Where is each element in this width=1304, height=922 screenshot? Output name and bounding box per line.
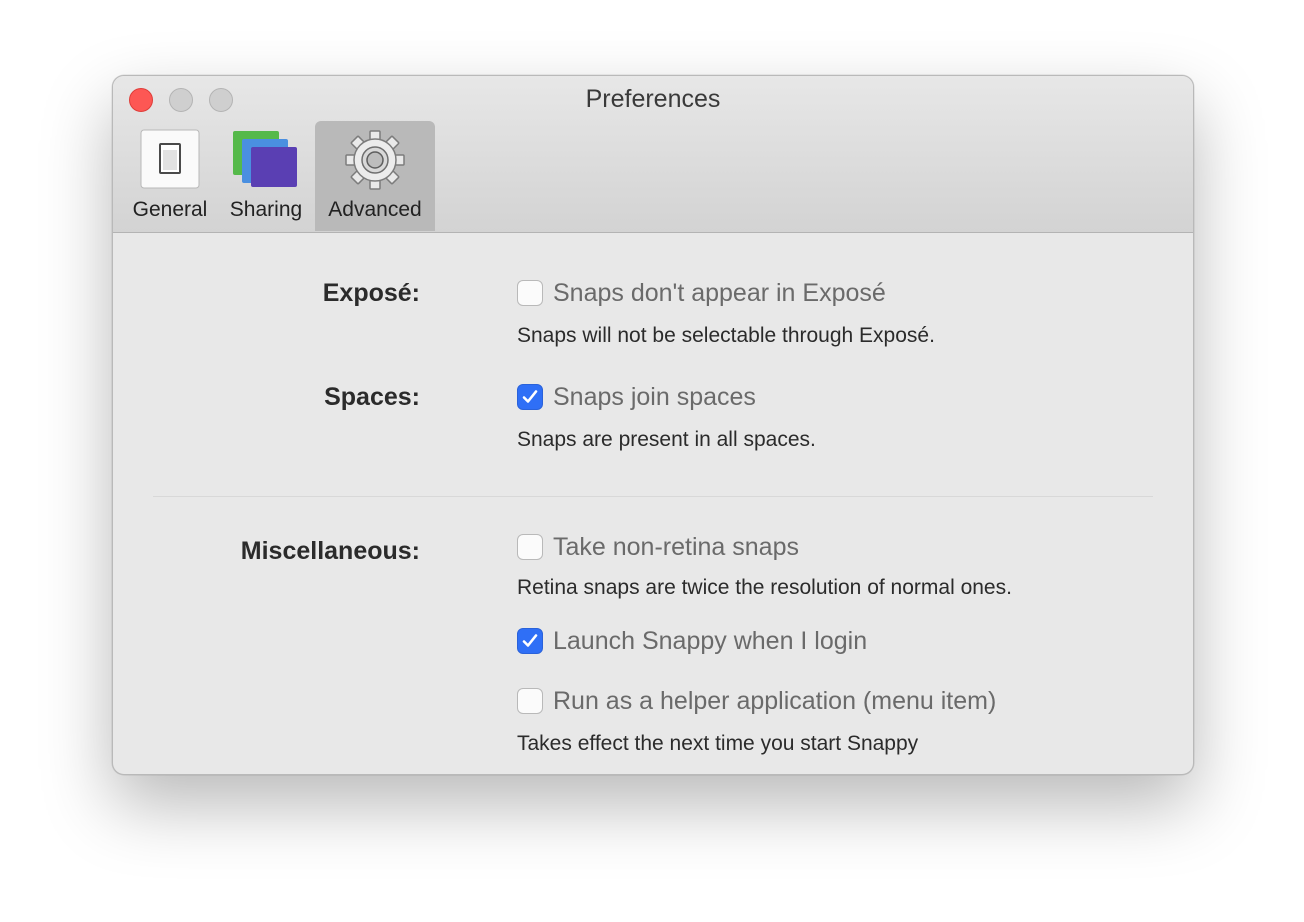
gear-icon [344, 129, 406, 196]
spaces-help: Snaps are present in all spaces. [517, 428, 816, 451]
tab-advanced-label: Advanced [328, 198, 422, 221]
non-retina-option-label: Take non-retina snaps [553, 532, 799, 561]
tab-sharing[interactable]: Sharing [221, 121, 311, 231]
spaces-checkbox[interactable] [517, 384, 543, 410]
helper-app-checkbox[interactable] [517, 688, 543, 714]
expose-help: Snaps will not be selectable through Exp… [517, 324, 935, 347]
preferences-window: Preferences General Sharing Advanced Exp… [112, 75, 1194, 775]
general-icon [140, 129, 200, 194]
spaces-option[interactable]: Snaps join spaces [517, 382, 756, 412]
checkmark-icon [522, 634, 538, 647]
expose-option[interactable]: Snaps don't appear in Exposé [517, 278, 886, 308]
non-retina-help: Retina snaps are twice the resolution of… [517, 576, 1012, 599]
expose-checkbox[interactable] [517, 280, 543, 306]
helper-app-option-label: Run as a helper application (menu item) [553, 686, 997, 715]
window-titlebar: Preferences General Sharing Advanced [113, 76, 1193, 233]
advanced-pane: Exposé: Snaps don't appear in Exposé Sna… [113, 233, 1193, 774]
spaces-label: Spaces: [324, 383, 420, 411]
expose-option-label: Snaps don't appear in Exposé [553, 278, 886, 307]
checkmark-icon [522, 390, 538, 403]
window-title: Preferences [585, 85, 721, 113]
helper-app-option[interactable]: Run as a helper application (menu item) [517, 686, 996, 716]
launch-at-login-option[interactable]: Launch Snappy when I login [517, 626, 867, 656]
non-retina-checkbox[interactable] [517, 534, 543, 560]
tab-sharing-label: Sharing [229, 198, 303, 221]
expose-label: Exposé: [322, 279, 420, 307]
tab-general[interactable]: General [125, 121, 215, 231]
non-retina-option[interactable]: Take non-retina snaps [517, 532, 799, 562]
launch-at-login-option-label: Launch Snappy when I login [553, 626, 868, 655]
spaces-option-label: Snaps join spaces [553, 382, 756, 411]
tab-general-label: General [132, 198, 208, 221]
tab-advanced[interactable]: Advanced [315, 121, 435, 231]
helper-app-help: Takes effect the next time you start Sna… [517, 732, 919, 755]
misc-label: Miscellaneous: [240, 537, 420, 565]
launch-at-login-checkbox[interactable] [517, 628, 543, 654]
sharing-icon [233, 129, 299, 194]
section-divider [153, 496, 1153, 497]
